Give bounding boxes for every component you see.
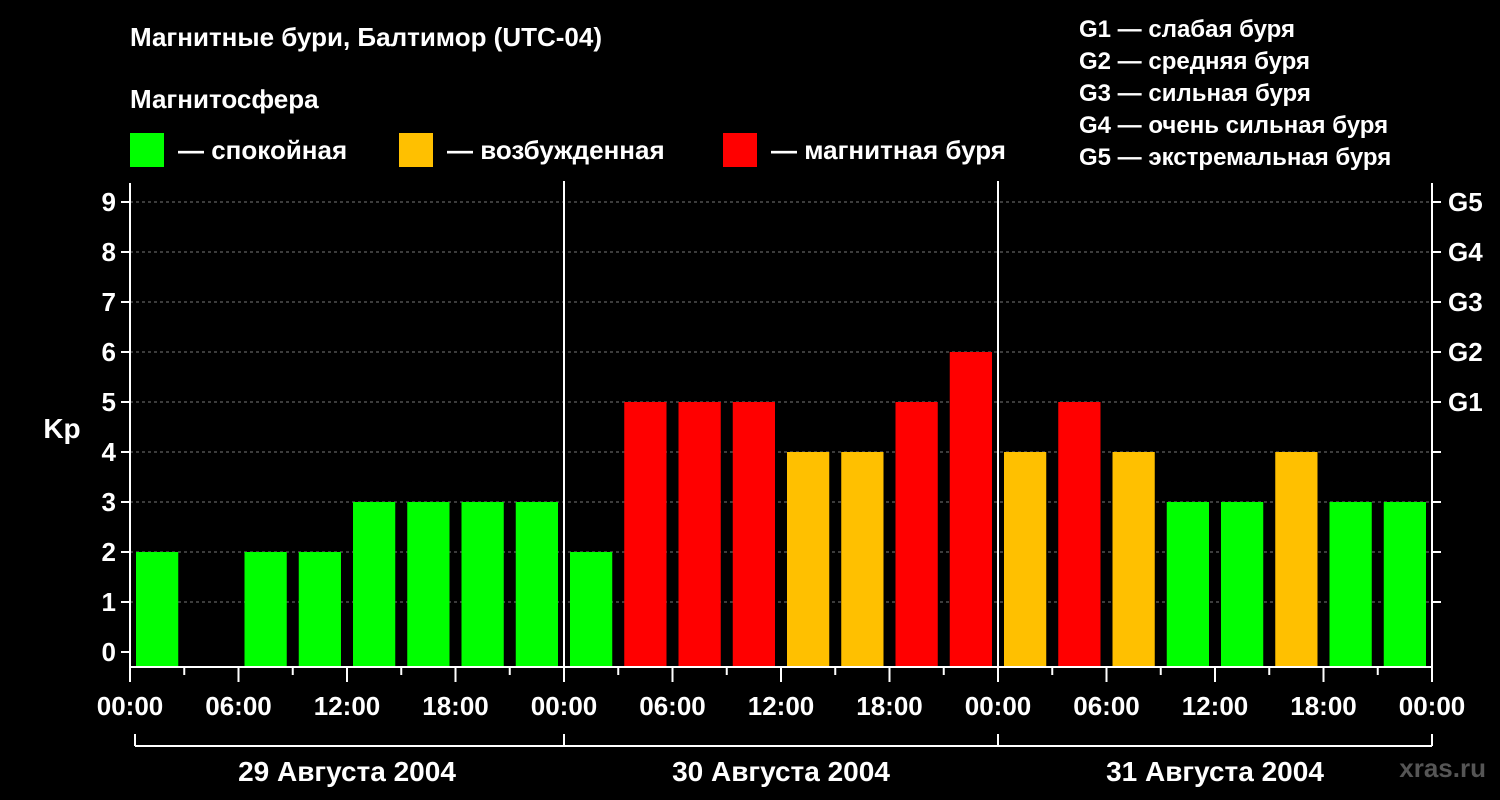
bar <box>841 452 884 667</box>
bar <box>787 452 830 667</box>
bar <box>1329 502 1372 667</box>
g-scale-label: G3 <box>1448 287 1483 317</box>
bar <box>949 352 992 667</box>
bar <box>1221 502 1264 667</box>
day-label: 29 Августа 2004 <box>238 756 456 787</box>
bar <box>461 502 504 667</box>
bar <box>732 402 775 667</box>
bar <box>678 402 721 667</box>
bar <box>298 552 341 667</box>
x-tick-label: 06:00 <box>205 691 272 721</box>
y-axis-label: Kp <box>43 413 80 444</box>
bar <box>570 552 613 667</box>
bar <box>624 402 667 667</box>
kp-bar-chart: 0 1 2 3 4 5 6 7 8 9 G1 G2 G3 G4 G5 Kp 00:00 06:00 12:00 18:… <box>43 181 1483 787</box>
bar <box>1112 452 1155 667</box>
x-tick-label: 18:00 <box>422 691 489 721</box>
x-tick-label: 12:00 <box>314 691 381 721</box>
bar <box>1004 452 1047 667</box>
x-tick-label: 18:00 <box>856 691 923 721</box>
bar <box>515 502 558 667</box>
bar <box>353 502 396 667</box>
y-tick-label: 6 <box>102 337 116 367</box>
x-tick-label: 00:00 <box>97 691 164 721</box>
bar <box>407 502 450 667</box>
y-tick-label: 1 <box>102 587 116 617</box>
y-tick-label: 5 <box>102 387 116 417</box>
y-tick-label: 2 <box>102 537 116 567</box>
bar <box>136 552 179 667</box>
y-tick-label: 0 <box>102 637 116 667</box>
x-tick-label: 00:00 <box>1399 691 1466 721</box>
bar <box>1383 502 1426 667</box>
x-tick-label: 12:00 <box>748 691 815 721</box>
watermark: xras.ru <box>1399 753 1486 783</box>
g-scale-label: G2 <box>1448 337 1483 367</box>
x-tick-label: 00:00 <box>965 691 1032 721</box>
x-tick-label: 18:00 <box>1290 691 1357 721</box>
day-label: 30 Августа 2004 <box>672 756 890 787</box>
y-tick-label: 9 <box>102 187 116 217</box>
x-tick-label: 06:00 <box>639 691 706 721</box>
y-tick-label: 7 <box>102 287 116 317</box>
x-tick-label: 12:00 <box>1182 691 1249 721</box>
y-tick-label: 4 <box>102 437 117 467</box>
y-tick-label: 8 <box>102 237 116 267</box>
x-tick-label: 00:00 <box>531 691 598 721</box>
x-tick-label: 06:00 <box>1073 691 1140 721</box>
bar <box>1058 402 1101 667</box>
bar <box>244 552 287 667</box>
bar <box>1275 452 1318 667</box>
y-tick-label: 3 <box>102 487 116 517</box>
g-scale-label: G1 <box>1448 387 1483 417</box>
bar <box>895 402 938 667</box>
bar <box>1166 502 1209 667</box>
g-scale-label: G4 <box>1448 237 1483 267</box>
day-label: 31 Августа 2004 <box>1106 756 1324 787</box>
g-scale-label: G5 <box>1448 187 1483 217</box>
